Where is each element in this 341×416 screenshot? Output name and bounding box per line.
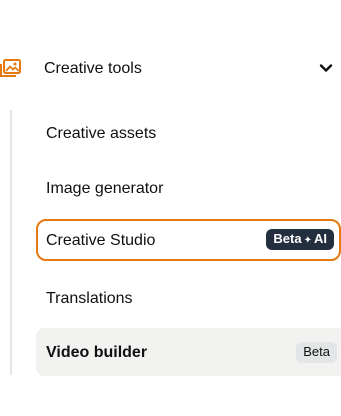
- image-gallery-icon: [0, 58, 22, 80]
- menu-item-creative-assets[interactable]: Creative assets: [36, 112, 341, 154]
- chevron-down-icon[interactable]: [318, 60, 334, 76]
- sparkle-icon: ✦: [303, 235, 312, 246]
- submenu-rail: [10, 110, 12, 375]
- menu-item-label: Image generator: [46, 180, 164, 197]
- menu-item-label: Translations: [46, 290, 133, 307]
- menu-item-label: Video builder: [46, 344, 148, 361]
- creative-tools-section-header[interactable]: Creative tools: [0, 52, 341, 88]
- beta-ai-badge: Beta ✦ AI: [266, 229, 334, 250]
- badge-ai-text: AI: [314, 231, 327, 246]
- menu-item-translations[interactable]: Translations: [36, 277, 341, 319]
- menu-item-video-builder[interactable]: Video builder Beta: [36, 328, 341, 376]
- menu-item-label: Creative assets: [46, 125, 157, 142]
- menu-item-creative-studio[interactable]: Creative Studio Beta ✦ AI: [36, 219, 341, 261]
- section-title: Creative tools: [44, 60, 142, 77]
- beta-badge: Beta: [296, 342, 337, 363]
- menu-item-image-generator[interactable]: Image generator: [36, 167, 341, 209]
- menu-item-label: Creative Studio: [46, 232, 156, 249]
- badge-beta-text: Beta: [273, 231, 302, 246]
